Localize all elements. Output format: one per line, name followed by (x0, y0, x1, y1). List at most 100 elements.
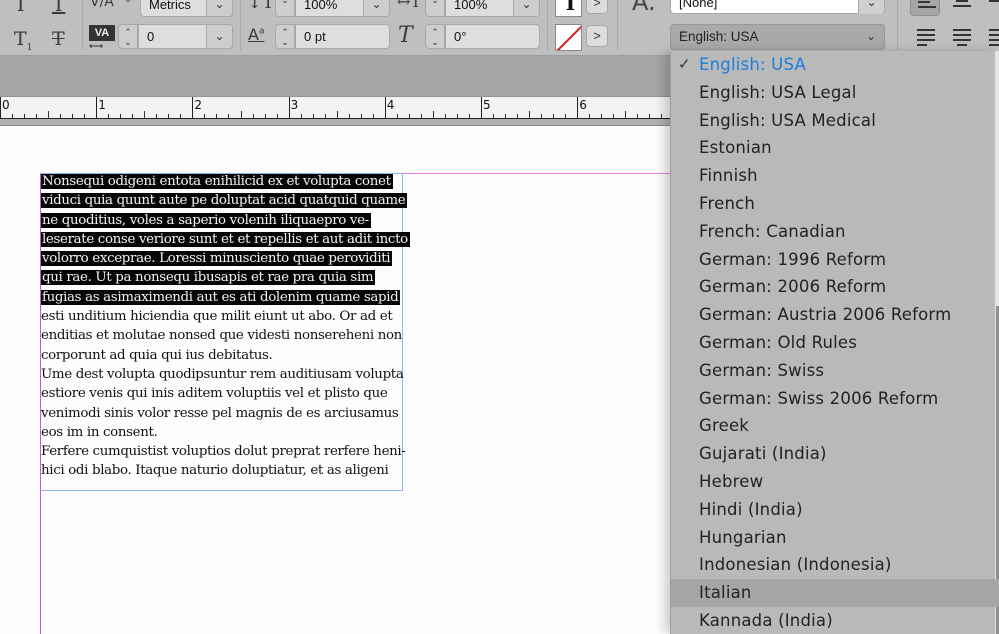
ruler-major-tick (384, 97, 386, 119)
tracking-stepper[interactable]: ⌃ ⌄ (118, 24, 138, 49)
stroke-swatch-none[interactable] (555, 24, 582, 51)
text-line[interactable]: enditias et molutae nonsed que videsti n… (41, 326, 403, 345)
text-line[interactable]: Ume dest volupta quodipsuntur rem auditi… (41, 365, 404, 384)
language-menu-item-label: German: Swiss (699, 360, 825, 380)
language-menu-item[interactable]: German: Austria 2006 Reform (671, 301, 999, 329)
language-menu-item[interactable]: Indonesian (Indonesia) (671, 551, 999, 579)
chevron-down-icon[interactable]: ⌄ (206, 0, 232, 16)
vertical-scale-stepper[interactable]: ⌄ (275, 0, 295, 17)
stroke-options-button[interactable]: > (586, 25, 608, 47)
align-left-button[interactable] (910, 0, 940, 16)
justify-left-button[interactable] (910, 24, 940, 50)
language-menu-item[interactable]: German: Swiss 2006 Reform (671, 385, 999, 413)
chevron-down-icon[interactable]: ⌄ (206, 25, 232, 48)
justify-right-icon (989, 29, 999, 49)
text-line[interactable]: hici odi blabo. Itaque naturio doluptiat… (41, 461, 403, 480)
align-left-icon (918, 0, 936, 11)
text-frame-content[interactable]: Nonsequi odigeni entota enihilicid ex et… (41, 172, 410, 481)
text-line[interactable]: corporunt ad quia qui ius debitatus. (41, 346, 403, 365)
chevron-down-icon[interactable]: ⌄ (858, 0, 884, 14)
language-menu-item-label: English: USA Legal (699, 82, 857, 102)
language-menu-item[interactable]: Hungarian (671, 524, 999, 552)
language-value: English: USA (679, 29, 759, 44)
language-menu-item[interactable]: Italian (671, 579, 999, 607)
language-menu-item[interactable]: French: Canadian (671, 218, 999, 246)
justify-center-button[interactable] (946, 24, 976, 50)
subscript-icon[interactable]: T1 (14, 28, 32, 53)
ruler-minor-tick (565, 114, 567, 118)
horizontal-ruler[interactable]: 0 1 2 3 4 5 6 (0, 97, 670, 119)
character-style-field[interactable]: [None] ⌄ (670, 0, 885, 14)
chevron-down-icon: ⌄ (865, 29, 877, 43)
selected-text: ne quoditius, voles a saperio volenih il… (41, 212, 371, 228)
fill-swatch[interactable]: T (555, 0, 582, 17)
language-menu-item[interactable]: Hindi (India) (671, 496, 999, 524)
kerning-field[interactable]: Metrics ⌄ (140, 0, 233, 17)
language-menu-item[interactable]: ✓ English: USA (671, 51, 999, 79)
ruler-divider (0, 119, 670, 126)
language-menu-item[interactable]: Estonian (671, 134, 999, 162)
language-dropdown[interactable]: English: USA ⌄ (670, 24, 885, 50)
text-line[interactable]: venimodi sinis volor resse pel magnis de… (41, 404, 403, 423)
selected-text-line[interactable]: qui rae. Ut pa nonsequ ibusapis et rae p… (41, 268, 403, 287)
ruler-major-tick (0, 97, 1, 119)
baseline-shift-field[interactable]: 0 pt (295, 24, 390, 49)
kerning-stepper[interactable]: ⌄ (118, 0, 138, 17)
language-menu-item[interactable]: Greek (671, 412, 999, 440)
ruler-minor-tick (493, 114, 495, 118)
baseline-shift-stepper[interactable]: ⌃ ⌄ (275, 24, 295, 49)
language-menu-item[interactable]: German: Swiss (671, 357, 999, 385)
language-menu-item-label: German: 2006 Reform (699, 277, 887, 297)
horizontal-scale-field[interactable]: 100% ⌄ (445, 0, 540, 17)
selected-text-line[interactable]: leserate conse veriore sunt et et repell… (41, 230, 410, 249)
language-menu-item-label: Estonian (699, 138, 772, 158)
skew-icon: T (398, 23, 413, 48)
language-menu-item[interactable]: Gujarati (India) (671, 440, 999, 468)
vertical-scale-field[interactable]: 100% ⌄ (295, 0, 390, 17)
selected-text-line[interactable]: fugias as asimaximendi aut es ati doleni… (41, 288, 403, 307)
language-menu-item[interactable]: Hebrew (671, 468, 999, 496)
align-center-button[interactable] (946, 0, 976, 16)
language-menu-item-label: Hindi (India) (699, 499, 803, 519)
strikethrough-icon[interactable]: T (52, 28, 65, 50)
language-menu-item-label: German: Old Rules (699, 332, 858, 352)
ruler-minor-tick (48, 111, 50, 118)
language-menu-item[interactable]: German: 1996 Reform (671, 246, 999, 274)
underline-icon[interactable]: T (52, 0, 65, 16)
language-menu-item[interactable]: Kannada (India) (671, 607, 999, 634)
text-line[interactable]: estiore venis qui inis aditem voluptiis … (41, 384, 403, 403)
language-menu-item[interactable]: French (671, 190, 999, 218)
ruler-minor-tick (625, 111, 627, 118)
language-menu-item[interactable]: German: Old Rules (671, 329, 999, 357)
skew-stepper[interactable]: ⌃ ⌄ (425, 24, 445, 49)
language-dropdown-menu[interactable]: ✓ English: USA English: USA Legal English: … (670, 51, 999, 634)
chevron-down-icon[interactable]: ⌄ (513, 0, 539, 16)
baseline-shift-icon: Aa (248, 25, 265, 44)
ruler-minor-tick (661, 114, 663, 118)
ruler-major-tick (481, 97, 482, 119)
fill-options-button[interactable]: > (586, 0, 608, 14)
selected-text-line[interactable]: ne quoditius, voles a saperio volenih il… (41, 211, 403, 230)
selected-text-line[interactable]: Nonsequi odigeni entota enihilicid ex et… (41, 172, 403, 191)
ruler-minor-tick (108, 114, 110, 118)
text-line[interactable]: Ferfere cumquistist voluptios dolut prep… (41, 442, 406, 461)
tracking-field[interactable]: 0 ⌄ (138, 24, 233, 49)
language-menu-item[interactable]: Finnish (671, 162, 999, 190)
justify-right-button[interactable] (982, 24, 999, 50)
align-right-icon (989, 0, 999, 5)
language-menu-item[interactable]: English: USA Legal (671, 79, 999, 107)
language-menu-item-label: French: Canadian (699, 221, 846, 241)
text-line[interactable]: eos im in consent. (41, 423, 403, 442)
language-menu-item[interactable]: German: 2006 Reform (671, 273, 999, 301)
selected-text-line[interactable]: volorro exceprae. Loressi minusciento qu… (41, 249, 403, 268)
language-menu-item[interactable]: English: USA Medical (671, 107, 999, 135)
horizontal-scale-stepper[interactable]: ⌄ (425, 0, 445, 17)
language-menu-item-label: German: 1996 Reform (699, 249, 887, 269)
language-menu-item-label: Finnish (699, 166, 758, 186)
text-line[interactable]: esti unditium hiciendia que milit eiunt … (41, 307, 403, 326)
skew-field[interactable]: 0° (445, 24, 540, 49)
selected-text-line[interactable]: viduci quia quunt aute pe doluptat acid … (41, 191, 408, 210)
superscript-icon[interactable]: T (14, 0, 27, 16)
align-right-button[interactable] (982, 0, 999, 16)
chevron-down-icon[interactable]: ⌄ (363, 0, 389, 16)
